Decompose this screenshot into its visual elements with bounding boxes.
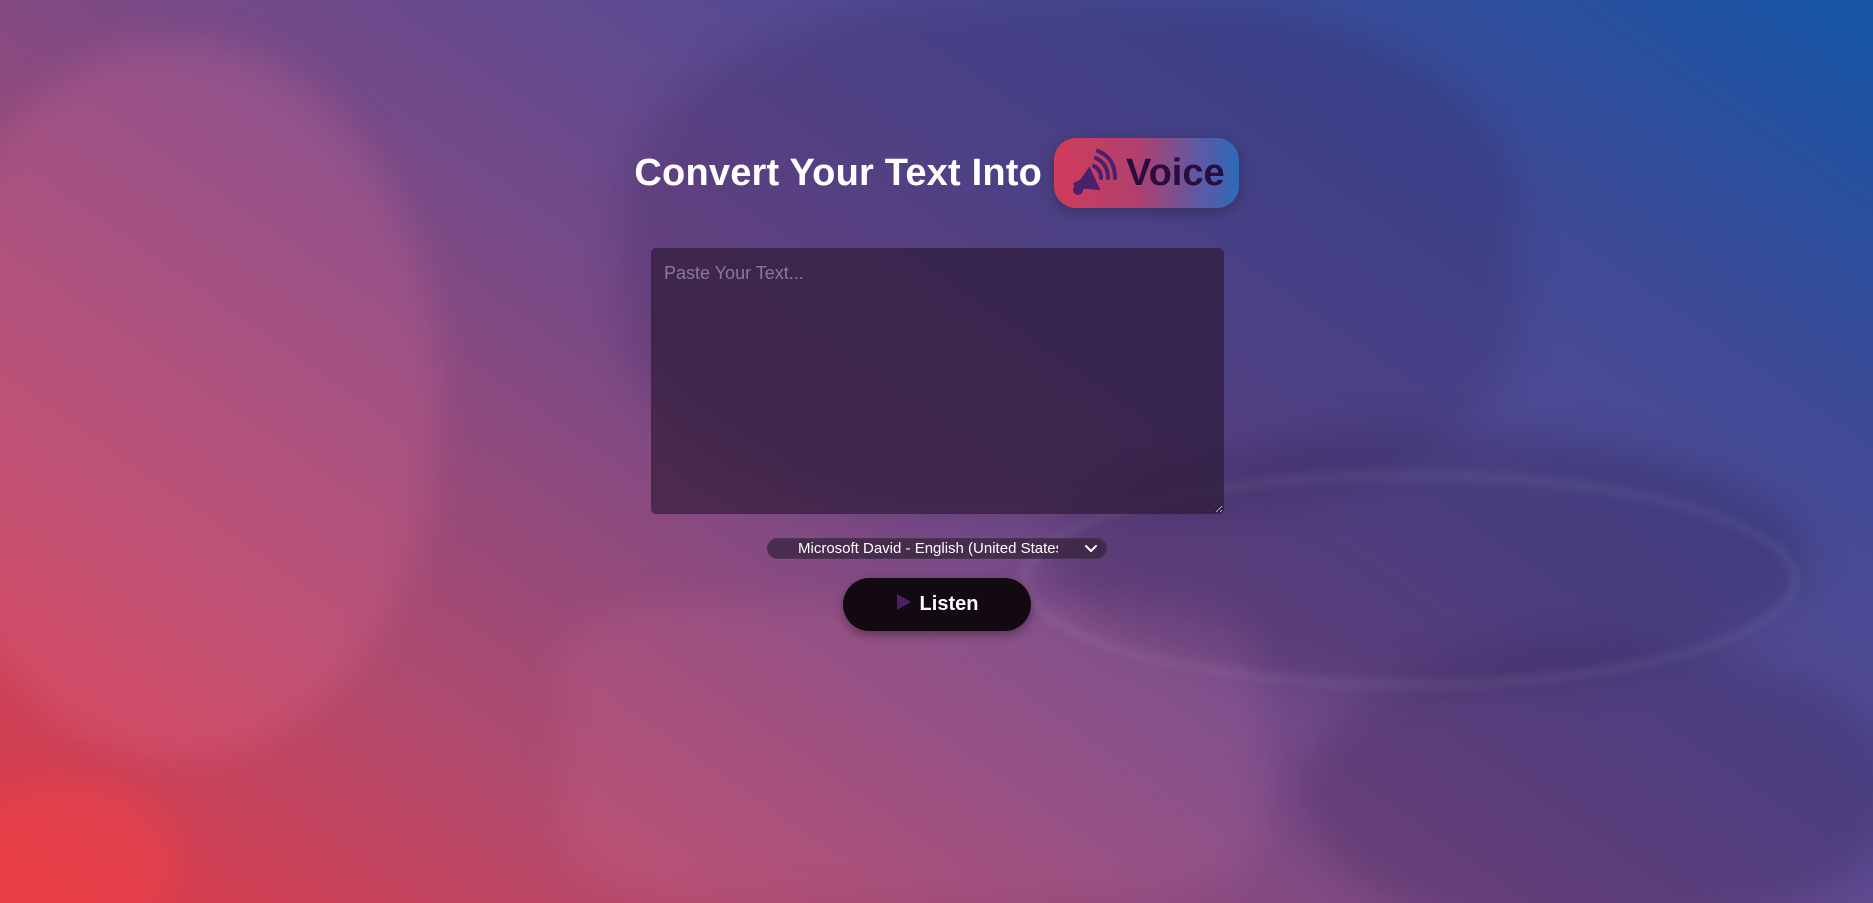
page-background: Convert Your Text Into Voice Microsoft D… xyxy=(0,0,1873,903)
voice-highlight-text: Voice xyxy=(1126,151,1225,194)
listen-button-label: Listen xyxy=(919,593,979,615)
voice-select[interactable]: Microsoft David - English (United States… xyxy=(767,538,1107,559)
background-blur xyxy=(0,780,180,903)
page-title: Convert Your Text Into xyxy=(634,151,1043,194)
speaker-icon xyxy=(1068,148,1118,198)
text-input-container xyxy=(651,248,1224,514)
page-header: Convert Your Text Into Voice xyxy=(0,138,1873,208)
voice-select-container: Microsoft David - English (United States… xyxy=(767,538,1107,559)
listen-button[interactable]: Listen xyxy=(843,578,1031,631)
text-input[interactable] xyxy=(651,248,1224,514)
voice-badge: Voice xyxy=(1054,138,1239,208)
chevron-down-icon xyxy=(1084,542,1098,558)
play-icon xyxy=(896,593,912,616)
voice-select-value: Microsoft David - English (United States… xyxy=(798,540,1058,557)
